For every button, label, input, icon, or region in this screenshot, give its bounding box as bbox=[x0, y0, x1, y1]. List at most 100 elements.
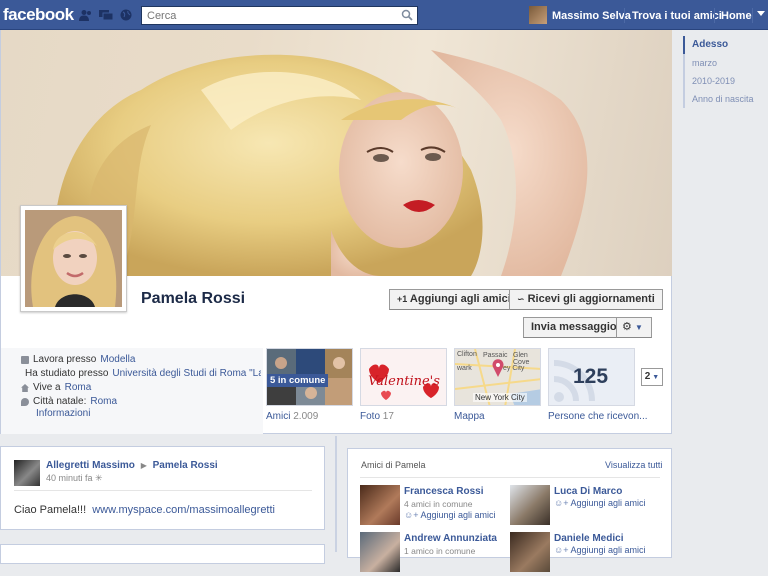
search-input[interactable] bbox=[142, 7, 392, 24]
more-tiles-button[interactable]: 2 ▼ bbox=[641, 368, 663, 386]
map-place-label: ey City bbox=[503, 365, 525, 372]
profile-name: Pamela Rossi bbox=[141, 290, 246, 307]
friends-box-title: Amici di Pamela bbox=[361, 460, 426, 470]
briefcase-icon bbox=[21, 356, 29, 364]
add-friend-label: Aggiungi agli amici bbox=[570, 498, 646, 508]
view-all-friends-link[interactable]: Visualizza tutti bbox=[605, 460, 662, 470]
friend-name-link[interactable]: Daniele Medici bbox=[554, 533, 623, 544]
map-place-label: wark bbox=[457, 365, 472, 372]
friend-avatar[interactable] bbox=[360, 532, 400, 572]
friends-tile-label[interactable]: Amici 2.009 bbox=[266, 411, 318, 422]
actions-menu-button[interactable]: ⚙ ▼ bbox=[616, 317, 652, 338]
mutual-friends-text[interactable]: 4 amici in comune bbox=[404, 499, 473, 509]
scrubber-item-birth-year[interactable]: Anno di nascita bbox=[683, 90, 768, 108]
friends-count: 2.009 bbox=[293, 411, 319, 422]
add-friend-link[interactable]: ☺+ Aggiungi agli amici bbox=[554, 545, 646, 555]
friends-box: Amici di Pamela Visualizza tutti Frances… bbox=[347, 448, 672, 572]
add-friend-button[interactable]: +1 Aggiungi agli amici bbox=[389, 289, 519, 310]
friend-avatar[interactable] bbox=[360, 485, 400, 525]
post-author-avatar[interactable] bbox=[14, 460, 40, 486]
scrubber-item-decade[interactable]: 2010-2019 bbox=[683, 72, 768, 90]
svg-text:Valentine's: Valentine's bbox=[368, 374, 440, 389]
find-friends-link[interactable]: Trova i tuoi amici bbox=[632, 10, 722, 22]
about-lives-prefix: Vive a bbox=[33, 382, 61, 393]
friend-avatar[interactable] bbox=[510, 532, 550, 572]
about-study-prefix: Ha studiato presso bbox=[25, 368, 109, 379]
about-lives-row: Vive a Roma bbox=[21, 381, 261, 395]
friend-name-link[interactable]: Luca Di Marco bbox=[554, 486, 622, 497]
add-friend-link[interactable]: ☺+ Aggiungi agli amici bbox=[404, 510, 496, 520]
timeline-post: Allegretti Massimo ▶ Pamela Rossi 40 min… bbox=[0, 446, 325, 530]
add-friend-icon: ☺+ bbox=[404, 510, 419, 520]
timeline-header: Pamela Rossi +1 Aggiungi agli amici ∽ Ri… bbox=[0, 30, 672, 434]
friend-item: Francesca Rossi 4 amici in comune ☺+ Agg… bbox=[360, 485, 510, 529]
post-header: Allegretti Massimo ▶ Pamela Rossi bbox=[46, 460, 218, 471]
add-friend-label: Aggiungi agli amici bbox=[409, 293, 511, 305]
photos-tile-label[interactable]: Foto 17 bbox=[360, 411, 394, 422]
map-place-label: Clifton bbox=[457, 351, 477, 358]
photos-tile[interactable]: Valentine's bbox=[360, 348, 447, 406]
friend-item: Luca Di Marco ☺+ Aggiungi agli amici bbox=[510, 485, 660, 529]
search-box[interactable] bbox=[141, 6, 418, 25]
map-place-label: Glen Cove bbox=[513, 352, 530, 366]
about-work-link[interactable]: Modella bbox=[100, 353, 135, 367]
privacy-gear-icon[interactable]: ✳ bbox=[95, 473, 103, 483]
scrubber-item-march[interactable]: marzo bbox=[683, 54, 768, 72]
top-navigation-bar: facebook Massimo Selva Trova i tuoi amic… bbox=[0, 0, 768, 30]
friend-name-link[interactable]: Andrew Annunziata bbox=[404, 533, 497, 544]
post-target-link[interactable]: Pamela Rossi bbox=[153, 460, 218, 471]
about-lives-link[interactable]: Roma bbox=[65, 381, 92, 395]
add-friend-link[interactable]: ☺+ Aggiungi agli amici bbox=[554, 498, 646, 508]
chevron-down-icon: ▼ bbox=[650, 374, 660, 381]
subscribers-tile-label[interactable]: Persone che ricevon... bbox=[548, 411, 648, 422]
friend-avatar[interactable] bbox=[510, 485, 550, 525]
post-meta: 40 minuti fa ✳ bbox=[46, 473, 103, 484]
user-avatar[interactable] bbox=[529, 6, 547, 24]
subscribers-tile[interactable]: 125 bbox=[548, 348, 635, 406]
triangle-right-icon: ▶ bbox=[140, 461, 147, 470]
about-work-row: Lavora presso Modella bbox=[21, 353, 261, 367]
add-friend-icon: ☺+ bbox=[554, 498, 569, 508]
map-city-label: New York City bbox=[473, 393, 527, 402]
profile-picture-image bbox=[25, 210, 122, 307]
post-author-link[interactable]: Allegretti Massimo bbox=[46, 460, 135, 471]
post-body: Ciao Pamela!!! www.myspace.com/massimoal… bbox=[14, 504, 275, 516]
map-place-label: Passaic bbox=[483, 352, 508, 359]
gear-icon: ⚙ bbox=[622, 321, 632, 333]
photos-thumbnail: Valentine's bbox=[361, 349, 446, 405]
send-message-button[interactable]: Invia messaggio bbox=[523, 317, 625, 338]
timeline-spine bbox=[335, 436, 337, 552]
account-menu-arrow-icon[interactable] bbox=[757, 11, 765, 17]
mutual-friends-badge: 5 in comune bbox=[267, 374, 329, 387]
friend-name-link[interactable]: Francesca Rossi bbox=[404, 486, 484, 497]
add-friend-label: Aggiungi agli amici bbox=[570, 545, 646, 555]
friend-requests-icon[interactable] bbox=[79, 9, 93, 21]
subscribe-button[interactable]: ∽ Ricevi gli aggiornamenti bbox=[509, 289, 663, 310]
timeline-scrubber: Adesso marzo 2010-2019 Anno di nascita bbox=[683, 36, 768, 108]
about-hometown-link[interactable]: Roma bbox=[90, 395, 117, 409]
post-timestamp[interactable]: 40 minuti fa bbox=[46, 473, 93, 483]
home-link[interactable]: Home bbox=[721, 10, 752, 22]
info-link[interactable]: Informazioni bbox=[36, 408, 90, 419]
messages-icon[interactable] bbox=[99, 9, 113, 21]
facebook-logo[interactable]: facebook bbox=[3, 5, 74, 25]
map-tile-label[interactable]: Mappa bbox=[454, 411, 485, 422]
scrubber-item-now[interactable]: Adesso bbox=[683, 36, 768, 54]
post-link[interactable]: www.myspace.com/massimoallegretti bbox=[92, 504, 275, 516]
friends-label: Amici bbox=[266, 411, 291, 422]
divider bbox=[752, 8, 753, 23]
post-divider bbox=[14, 490, 312, 491]
about-study-link[interactable]: Università degli Studi di Roma "La S... bbox=[112, 367, 261, 381]
about-work-prefix: Lavora presso bbox=[33, 354, 97, 365]
map-tile[interactable]: Clifton Passaic Glen Cove wark ey City N… bbox=[454, 348, 541, 406]
search-icon[interactable] bbox=[401, 9, 413, 21]
house-icon bbox=[21, 384, 29, 392]
photos-label: Foto bbox=[360, 411, 381, 422]
pin-icon bbox=[21, 398, 29, 406]
add-friend-icon: ☺+ bbox=[554, 545, 569, 555]
mutual-friends-text[interactable]: 1 amico in comune bbox=[404, 546, 475, 556]
friends-tile[interactable]: 5 in comune bbox=[266, 348, 353, 406]
profile-picture[interactable] bbox=[20, 205, 127, 312]
user-name-link[interactable]: Massimo Selva bbox=[552, 10, 631, 22]
notifications-globe-icon[interactable] bbox=[119, 9, 133, 21]
